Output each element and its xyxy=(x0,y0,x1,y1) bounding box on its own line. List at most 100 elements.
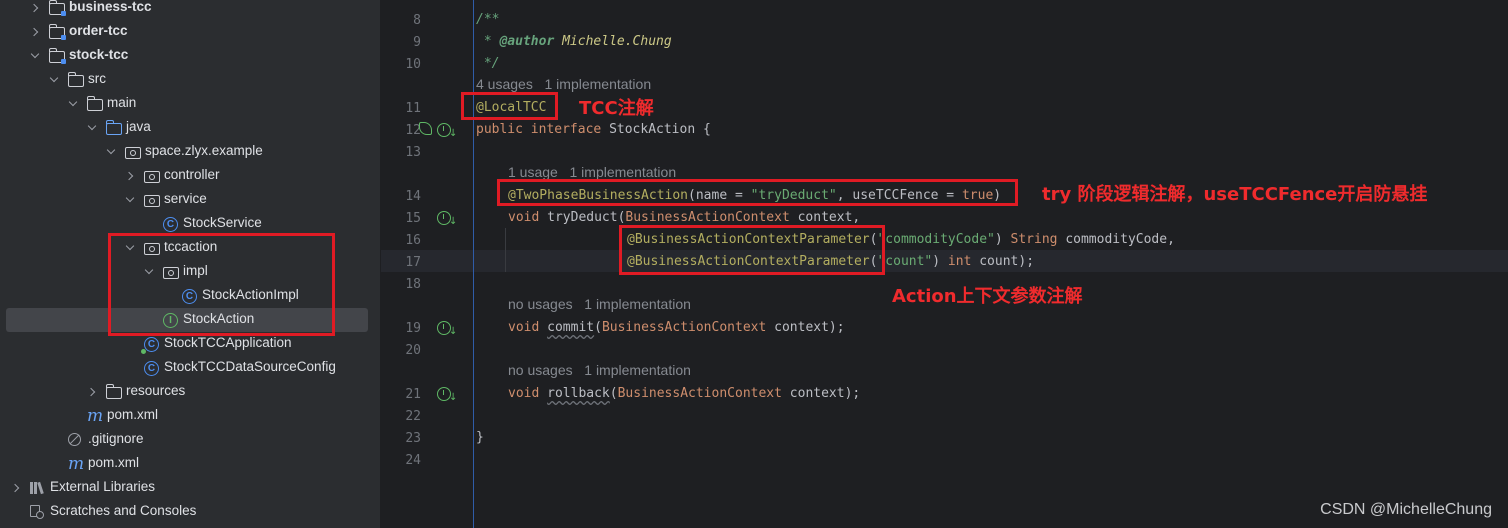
chevron-right-icon[interactable] xyxy=(126,164,136,188)
tree-item-label: .gitignore xyxy=(88,431,144,446)
line-number: 16 xyxy=(405,233,421,248)
tree-item-order-tcc[interactable]: order-tcc xyxy=(0,20,380,44)
tree-item-controller[interactable]: controller xyxy=(0,164,380,188)
tree-item-gitignore[interactable]: .gitignore xyxy=(0,428,380,452)
tree-item-resources[interactable]: resources xyxy=(0,380,380,404)
maven-icon: m xyxy=(87,406,104,426)
code-editor[interactable]: 8 9 10 11 12 13 14 15 16 17 18 19 20 21 … xyxy=(381,0,1508,528)
tree-item-label: Scratches and Consoles xyxy=(50,503,197,518)
chevron-down-icon[interactable] xyxy=(88,116,98,140)
chevron-down-icon[interactable] xyxy=(50,68,60,92)
tree-item-label: pom.xml xyxy=(107,407,159,422)
line-number: 21 xyxy=(405,387,421,402)
tree-item-label: controller xyxy=(164,167,220,182)
line-number: 15 xyxy=(405,211,421,226)
libraries-icon xyxy=(30,480,46,496)
annotation-box-local-tcc xyxy=(461,92,558,120)
line-number: 9 xyxy=(413,35,421,50)
tree-item-label: space.zlyx.example xyxy=(145,143,263,158)
line-number: 23 xyxy=(405,431,421,446)
code-line-12: public interface StockAction { xyxy=(476,122,711,137)
line-number: 20 xyxy=(405,343,421,358)
down-arrow-icon: ↓ xyxy=(449,326,458,337)
line-number: 17 xyxy=(405,255,421,270)
fold-guide xyxy=(473,0,474,528)
folder-icon xyxy=(86,96,103,112)
line-number: 13 xyxy=(405,145,421,160)
chevron-right-icon[interactable] xyxy=(31,0,41,20)
tree-item-stocktccdatasourceconfig[interactable]: C StockTCCDataSourceConfig xyxy=(0,356,380,380)
usages-hint[interactable]: no usages 1 implementation xyxy=(508,296,691,312)
bean-icon[interactable] xyxy=(419,122,432,135)
chevron-right-icon[interactable] xyxy=(12,476,22,500)
gitignore-icon xyxy=(68,432,84,448)
tree-item-label: resources xyxy=(126,383,186,398)
annotation-note-tcc: TCC注解 xyxy=(579,98,654,119)
chevron-right-icon[interactable] xyxy=(31,20,41,44)
down-arrow-icon: ↓ xyxy=(449,216,458,227)
tree-item-label: StockTCCApplication xyxy=(164,335,292,350)
tree-item-label: main xyxy=(107,95,137,110)
line-number: 24 xyxy=(405,453,421,468)
annotation-box-tccaction xyxy=(108,233,335,336)
usages-hint[interactable]: 1 usage 1 implementation xyxy=(508,164,676,180)
annotation-note-params: Action上下文参数注解 xyxy=(892,286,1083,307)
chevron-down-icon[interactable] xyxy=(126,188,136,212)
annotation-box-two-phase xyxy=(497,179,1018,206)
code-line-9: * @author Michelle.Chung xyxy=(476,34,672,49)
line-number: 22 xyxy=(405,409,421,424)
tree-item-external-libraries[interactable]: External Libraries xyxy=(0,476,380,500)
tree-item-space-zlyx-example[interactable]: space.zlyx.example xyxy=(0,140,380,164)
usages-hint[interactable]: no usages 1 implementation xyxy=(508,362,691,378)
tree-item-java[interactable]: java xyxy=(0,116,380,140)
module-folder-icon xyxy=(48,48,66,64)
tree-item-label: StockTCCDataSourceConfig xyxy=(164,359,336,374)
watermark: CSDN @MichelleChung xyxy=(1320,501,1492,518)
tree-item-main[interactable]: main xyxy=(0,92,380,116)
folder-icon xyxy=(105,384,122,400)
module-folder-icon xyxy=(48,24,66,40)
scratches-icon xyxy=(30,504,46,520)
usages-hint[interactable]: 4 usages 1 implementation xyxy=(476,76,651,92)
tree-item-label: business-tcc xyxy=(69,0,152,14)
code-line-23: } xyxy=(476,430,484,445)
line-number: 18 xyxy=(405,277,421,292)
code-line-10: */ xyxy=(476,56,500,71)
class-icon: C xyxy=(144,360,160,376)
source-folder-icon xyxy=(105,120,122,136)
tree-item-label: order-tcc xyxy=(69,23,128,38)
line-number: 11 xyxy=(405,101,421,116)
line-number: 19 xyxy=(405,321,421,336)
code-line-15: void tryDeduct(BusinessActionContext con… xyxy=(508,210,861,225)
tree-item-label: pom.xml xyxy=(88,455,140,470)
indent-guide xyxy=(505,228,506,272)
chevron-down-icon[interactable] xyxy=(31,44,41,68)
code-line-21: void rollback(BusinessActionContext cont… xyxy=(508,386,861,401)
maven-icon: m xyxy=(68,454,85,474)
down-arrow-icon: ↓ xyxy=(449,128,458,139)
tree-item-src[interactable]: src xyxy=(0,68,380,92)
line-number: 10 xyxy=(405,57,421,72)
code-line-19: void commit(BusinessActionContext contex… xyxy=(508,320,845,335)
down-arrow-icon: ↓ xyxy=(449,392,458,403)
line-number: 8 xyxy=(413,13,421,28)
tree-item-label: java xyxy=(126,119,151,134)
class-icon: C xyxy=(163,216,179,232)
tree-item-label: src xyxy=(88,71,106,86)
package-icon xyxy=(125,144,141,160)
package-icon xyxy=(144,192,160,208)
chevron-down-icon[interactable] xyxy=(69,92,79,116)
tree-item-stock-tcc[interactable]: stock-tcc xyxy=(0,44,380,68)
tree-item-label: StockService xyxy=(183,215,262,230)
chevron-right-icon[interactable] xyxy=(88,380,98,404)
tree-item-pom-xml[interactable]: m pom.xml xyxy=(0,452,380,476)
chevron-down-icon[interactable] xyxy=(107,140,117,164)
tree-item-label: stock-tcc xyxy=(69,47,129,62)
annotation-note-try: try 阶段逻辑注解，useTCCFence开启防悬挂 xyxy=(1042,184,1428,205)
tree-item-business-tcc[interactable]: business-tcc xyxy=(0,0,380,20)
tree-item-pom-xml[interactable]: m pom.xml xyxy=(0,404,380,428)
tree-item-service[interactable]: service xyxy=(0,188,380,212)
folder-icon xyxy=(67,72,84,88)
tree-item-scratches-and-consoles[interactable]: Scratches and Consoles xyxy=(0,500,380,524)
spring-app-class-icon: C xyxy=(141,336,160,354)
